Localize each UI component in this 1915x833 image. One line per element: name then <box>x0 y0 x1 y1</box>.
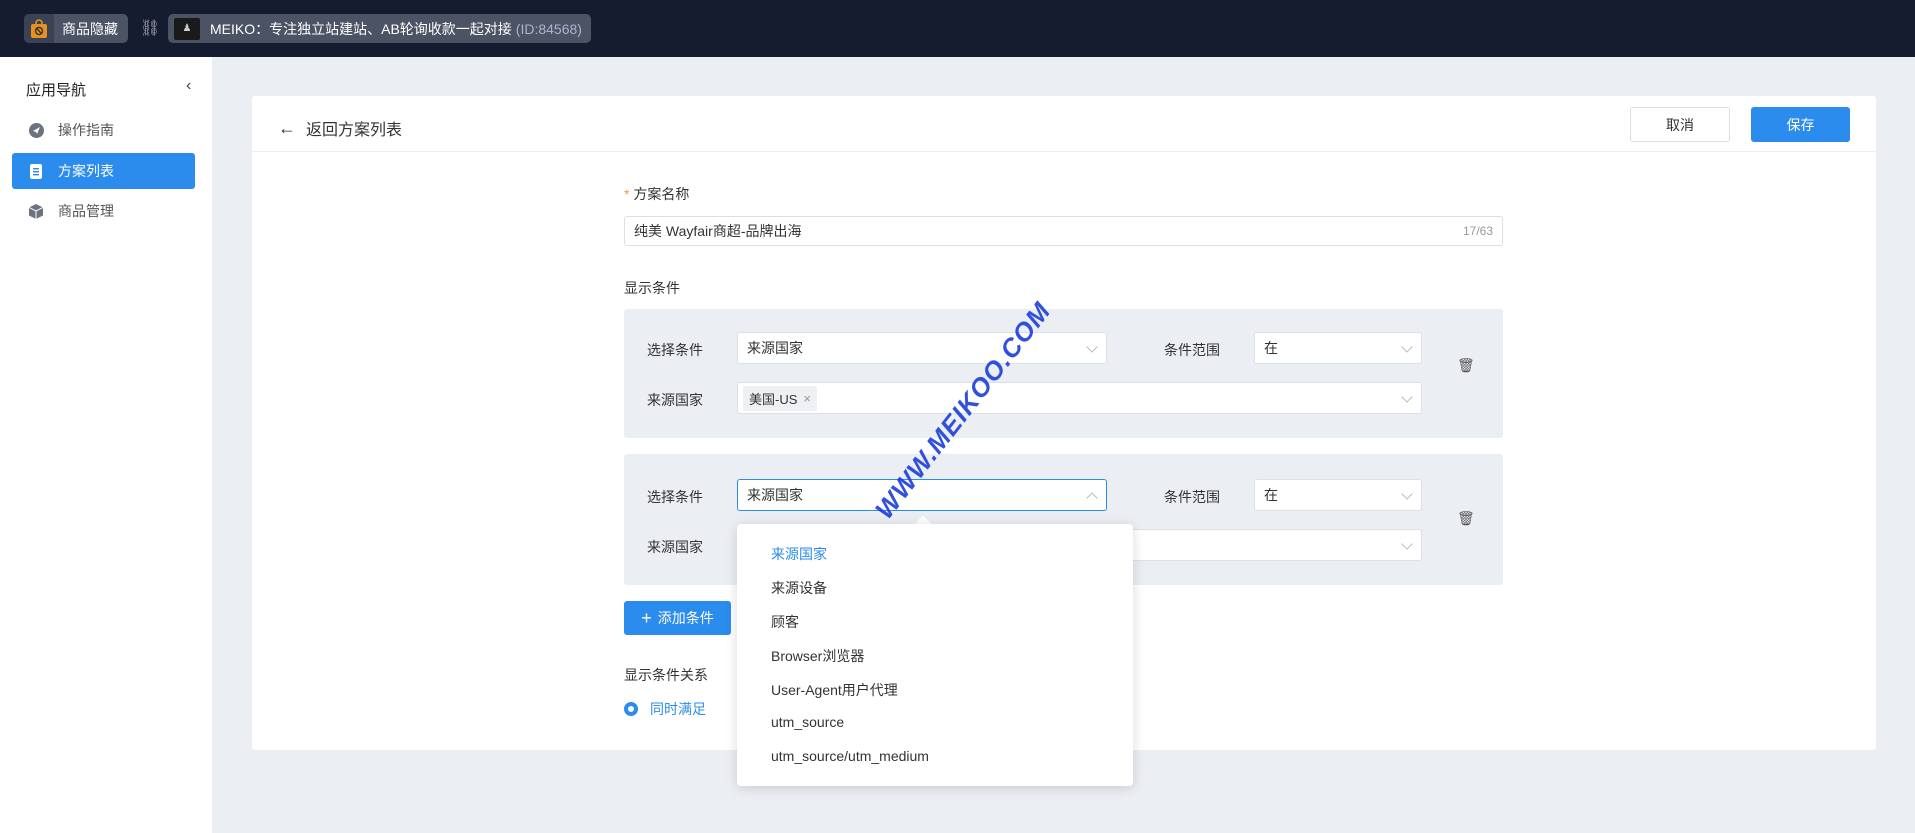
chevron-down-icon <box>1401 391 1413 403</box>
store-name: MEIKO：专注独立站建站、AB轮询收款一起对接 <box>210 20 512 37</box>
range-select[interactable]: 在 <box>1254 479 1422 511</box>
country-label: 来源国家 <box>647 392 703 408</box>
condition-type-select[interactable]: 来源国家 <box>737 332 1107 364</box>
dropdown-option[interactable]: 顾客 <box>771 612 799 632</box>
sidebar-item-label: 操作指南 <box>58 122 114 138</box>
back-label: 返回方案列表 <box>306 122 403 139</box>
select-condition-label: 选择条件 <box>647 489 703 505</box>
document-icon <box>28 163 44 179</box>
dropdown-option[interactable]: 来源国家 <box>771 544 827 564</box>
range-label: 条件范围 <box>1164 342 1220 358</box>
dropdown-option[interactable]: 来源设备 <box>771 578 827 598</box>
range-label: 条件范围 <box>1164 489 1220 505</box>
conditions-label: 显示条件 <box>624 280 680 296</box>
dropdown-option[interactable]: User-Agent用户代理 <box>771 680 898 700</box>
chevron-down-icon <box>1401 538 1413 550</box>
link-icon: ⛓ <box>140 20 161 37</box>
trash-icon[interactable]: 🗑 <box>1457 510 1475 527</box>
save-button[interactable]: 保存 <box>1751 107 1850 142</box>
dropdown-option[interactable]: Browser浏览器 <box>771 646 864 666</box>
store-logo-icon: ♟ <box>174 17 200 40</box>
plan-name-input[interactable]: 纯美 Wayfair商超-品牌出海 17/63 <box>624 216 1503 246</box>
chevron-down-icon <box>1401 341 1413 353</box>
chevron-down-icon <box>1401 488 1413 500</box>
back-link[interactable]: ← 返回方案列表 <box>278 116 402 140</box>
collapse-chevron-icon[interactable]: ‹ <box>186 77 191 95</box>
shopping-bag-icon <box>24 14 54 43</box>
plan-name-label: * 方案名称 <box>624 186 690 202</box>
plan-name-value: 纯美 Wayfair商超-品牌出海 <box>634 223 802 239</box>
store-id: (ID:84568) <box>515 20 582 37</box>
sidebar: 应用导航 ‹ 操作指南 方案列表 商品管理 <box>0 57 212 833</box>
plus-icon: + <box>641 607 652 628</box>
condition-type-dropdown: 来源国家 来源设备 顾客 Browser浏览器 User-Agent用户代理 u… <box>737 524 1133 786</box>
relation-label: 显示条件关系 <box>624 667 708 683</box>
sidebar-item-guide[interactable]: 操作指南 <box>12 112 195 148</box>
compass-icon <box>28 122 44 138</box>
chevron-up-icon <box>1086 492 1098 504</box>
sidebar-item-plans[interactable]: 方案列表 <box>12 153 195 189</box>
chevron-down-icon <box>1086 341 1098 353</box>
radio-checked-icon <box>624 702 638 716</box>
sidebar-item-label: 方案列表 <box>58 163 114 179</box>
range-select[interactable]: 在 <box>1254 332 1422 364</box>
dropdown-option[interactable]: utm_source/utm_medium <box>771 748 929 764</box>
app-name: 商品隐藏 <box>62 20 118 37</box>
select-condition-label: 选择条件 <box>647 342 703 358</box>
sidebar-item-products[interactable]: 商品管理 <box>12 193 195 229</box>
sidebar-item-label: 商品管理 <box>58 203 114 219</box>
dropdown-option[interactable]: utm_source <box>771 714 844 730</box>
country-tag: 美国-US × <box>743 385 817 411</box>
app-badge[interactable]: 商品隐藏 <box>24 14 128 43</box>
top-bar: 商品隐藏 ⛓ ♟ MEIKO：专注独立站建站、AB轮询收款一起对接 (ID:84… <box>0 0 1915 57</box>
header-divider <box>252 151 1876 152</box>
arrow-left-icon: ← <box>278 117 296 138</box>
box-icon <box>28 203 44 219</box>
char-counter: 17/63 <box>1462 224 1493 238</box>
sidebar-title: 应用导航 <box>26 82 87 99</box>
close-icon[interactable]: × <box>803 391 811 406</box>
add-condition-button[interactable]: + 添加条件 <box>624 601 731 635</box>
store-badge[interactable]: ♟ MEIKO：专注独立站建站、AB轮询收款一起对接 (ID:84568) <box>168 14 591 43</box>
country-label: 来源国家 <box>647 539 703 555</box>
country-multiselect[interactable]: 美国-US × <box>737 382 1422 414</box>
relation-radio-all[interactable]: 同时满足 <box>624 699 706 719</box>
condition-group: 选择条件 来源国家 条件范围 在 🗑 来源国家 美国-US × <box>624 309 1503 438</box>
trash-icon[interactable]: 🗑 <box>1457 357 1475 374</box>
cancel-button[interactable]: 取消 <box>1630 107 1730 142</box>
